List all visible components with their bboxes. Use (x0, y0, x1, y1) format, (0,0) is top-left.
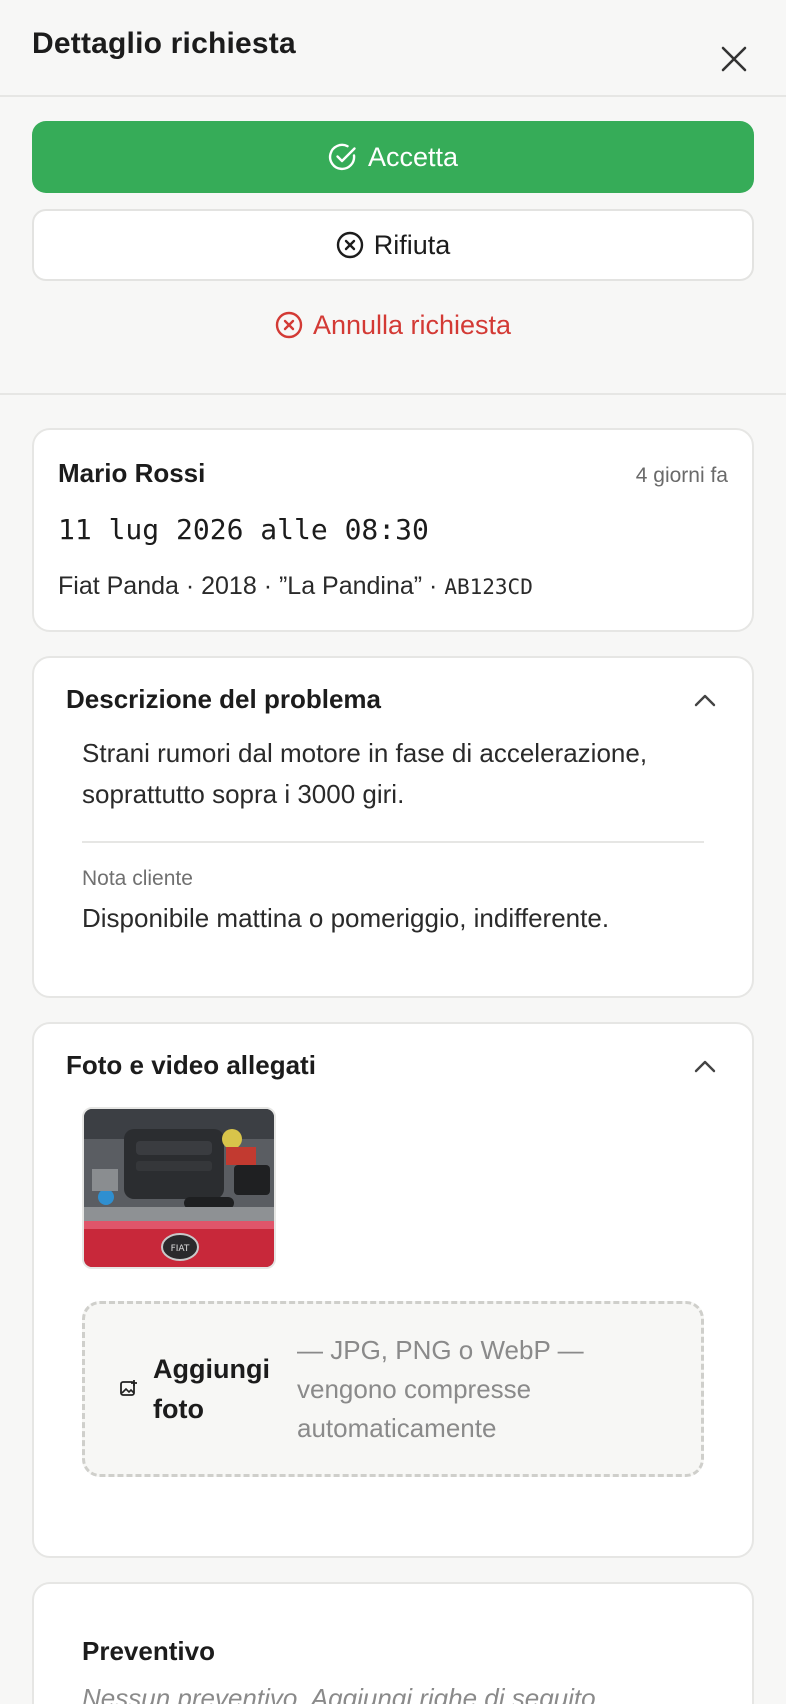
summary-header: Mario Rossi 4 giorni fa (58, 458, 728, 489)
page-title: Dettaglio richiesta (32, 26, 296, 60)
quote-card: Preventivo Nessun preventivo. Aggiungi r… (32, 1582, 754, 1704)
customer-note-text: Disponibile mattina o pomeriggio, indiff… (82, 903, 610, 933)
chevron-up-icon (694, 1060, 716, 1072)
check-circle-icon (328, 143, 356, 171)
license-plate: AB123CD (444, 575, 533, 599)
reject-button[interactable]: Rifiuta (32, 209, 754, 281)
vehicle-info: Fiat Panda · 2018 · ”La Pandina” · AB123… (58, 572, 728, 601)
add-photo-dropzone[interactable]: Aggiungi foto — JPG, PNG o WebP — vengon… (82, 1301, 704, 1477)
collapse-toggle[interactable] (690, 685, 720, 715)
vehicle-description: Fiat Panda · 2018 · ”La Pandina” · (58, 572, 438, 600)
accept-label: Accetta (367, 141, 459, 172)
reject-label: Rifiuta (373, 229, 451, 260)
appointment-datetime: 11 lug 2026 alle 08:30 (58, 513, 429, 546)
request-summary-card: Mario Rossi 4 giorni fa 11 lug 2026 alle… (32, 428, 754, 632)
chevron-up-icon (694, 694, 716, 706)
add-photo-label: Aggiungi foto (153, 1354, 270, 1424)
attachment-thumbnail[interactable]: FIAT (82, 1107, 276, 1269)
customer-note-label: Nota cliente (82, 867, 193, 890)
close-button[interactable] (714, 39, 754, 79)
cancel-request-label: Annulla richiesta (312, 309, 512, 340)
quote-title: Preventivo (82, 1636, 215, 1666)
engine-bay-photo: FIAT (84, 1109, 274, 1267)
attachments-card: Foto e video allegati FIAT Aggiungi foto… (32, 1022, 754, 1558)
request-detail-page: Dettaglio richiesta Accetta Rifiuta Annu… (0, 0, 786, 1704)
close-icon (721, 46, 747, 71)
divider (82, 841, 704, 843)
time-ago: 4 giorni fa (635, 464, 728, 487)
collapse-toggle[interactable] (690, 1051, 720, 1081)
customer-name: Mario Rossi (58, 458, 206, 488)
problem-description-card: Descrizione del problema Strani rumori d… (32, 656, 754, 998)
section-title: Descrizione del problema (66, 684, 381, 714)
accept-button[interactable]: Accetta (32, 121, 754, 193)
header: Dettaglio richiesta (0, 0, 786, 97)
image-add-icon (120, 1380, 137, 1396)
x-circle-icon (336, 231, 363, 259)
attachments-section-header[interactable]: Foto e video allegati (66, 1050, 720, 1081)
svg-text:FIAT: FIAT (171, 1244, 190, 1254)
quote-empty-text: Nessun preventivo. Aggiungi righe di seg… (82, 1683, 603, 1704)
x-circle-icon (275, 311, 303, 339)
cancel-request-button[interactable]: Annulla richiesta (32, 299, 754, 351)
upload-hint: — JPG, PNG o WebP — vengono compresse au… (297, 1334, 584, 1443)
action-bar: Accetta Rifiuta Annulla richiesta (0, 97, 786, 395)
problem-description-text: Strani rumori dal motore in fase di acce… (82, 738, 648, 809)
description-section-header[interactable]: Descrizione del problema (66, 684, 720, 715)
section-title: Foto e video allegati (66, 1050, 316, 1080)
